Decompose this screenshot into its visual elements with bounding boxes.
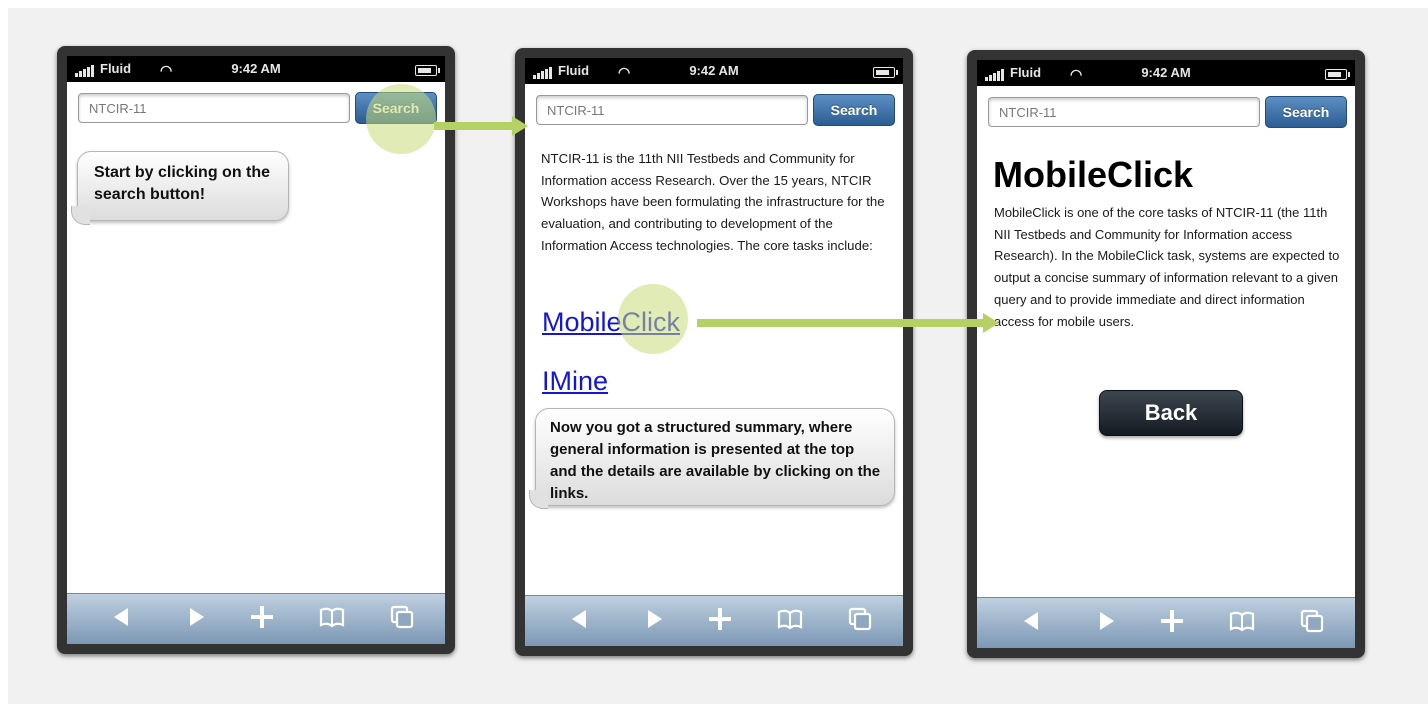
back-arrow-icon[interactable]	[107, 602, 137, 632]
browser-toolbar	[525, 595, 903, 646]
summary-bubble-text: Now you got a structured summary, where …	[550, 419, 881, 502]
battery-icon	[873, 67, 898, 78]
phone-1: Fluid ◠ 9:42 AM Search Start by clicking…	[57, 46, 455, 654]
bookmarks-icon[interactable]	[317, 602, 347, 632]
status-time: 9:42 AM	[689, 63, 739, 78]
browser-toolbar	[67, 593, 445, 644]
phone-2: Fluid ◠ 9:42 AM Search NTCIR-11 is the 1…	[515, 48, 913, 656]
mobileclick-link[interactable]: MobileClick	[542, 307, 680, 338]
back-arrow-icon[interactable]	[565, 604, 595, 634]
page-title: MobileClick	[993, 154, 1194, 195]
search-button[interactable]: Search	[355, 92, 437, 124]
hint-bubble-tail	[71, 206, 90, 225]
bookmarks-icon[interactable]	[1227, 606, 1257, 636]
phone-2-screen: Fluid ◠ 9:42 AM Search NTCIR-11 is the 1…	[525, 58, 903, 646]
add-icon[interactable]	[1157, 606, 1187, 636]
status-time: 9:42 AM	[231, 61, 281, 76]
pages-icon[interactable]	[1297, 606, 1327, 636]
phone-3-screen: Fluid ◠ 9:42 AM Search MobileClick Mobil…	[977, 60, 1355, 648]
search-bar: Search	[67, 82, 445, 132]
phone-3: Fluid ◠ 9:42 AM Search MobileClick Mobil…	[967, 50, 1365, 658]
mobileclick-description: MobileClick is one of the core tasks of …	[994, 205, 1340, 329]
phone-1-screen: Fluid ◠ 9:42 AM Search Start by clicking…	[67, 56, 445, 644]
forward-arrow-icon[interactable]	[1091, 606, 1121, 636]
search-bar: Search	[525, 84, 903, 134]
pages-icon[interactable]	[387, 602, 417, 632]
forward-arrow-icon[interactable]	[639, 604, 669, 634]
intro-text: NTCIR-11 is the 11th NII Testbeds and Co…	[541, 151, 885, 253]
status-bar: Fluid ◠ 9:42 AM	[525, 58, 903, 84]
status-bar: Fluid ◠ 9:42 AM	[977, 60, 1355, 86]
search-button[interactable]: Search	[1265, 96, 1347, 128]
imine-link[interactable]: IMine	[542, 366, 608, 397]
hint-bubble-text: Start by clicking on the search button!	[94, 164, 271, 203]
summary-bubble-tail	[529, 490, 548, 509]
add-icon[interactable]	[705, 604, 735, 634]
bookmarks-icon[interactable]	[775, 604, 805, 634]
add-icon[interactable]	[247, 602, 277, 632]
back-button[interactable]: Back	[1099, 390, 1243, 436]
search-button[interactable]: Search	[813, 94, 895, 126]
status-time: 9:42 AM	[1141, 65, 1191, 80]
search-input[interactable]	[536, 95, 808, 125]
summary-bubble: Now you got a structured summary, where …	[535, 408, 895, 506]
status-bar: Fluid ◠ 9:42 AM	[67, 56, 445, 82]
search-input[interactable]	[78, 93, 350, 123]
search-input[interactable]	[988, 97, 1260, 127]
browser-toolbar	[977, 597, 1355, 648]
forward-arrow-icon[interactable]	[181, 602, 211, 632]
battery-icon	[415, 65, 440, 76]
hint-bubble: Start by clicking on the search button!	[77, 151, 289, 221]
battery-icon	[1325, 69, 1350, 80]
back-arrow-icon[interactable]	[1017, 606, 1047, 636]
pages-icon[interactable]	[845, 604, 875, 634]
search-bar: Search	[977, 86, 1355, 136]
